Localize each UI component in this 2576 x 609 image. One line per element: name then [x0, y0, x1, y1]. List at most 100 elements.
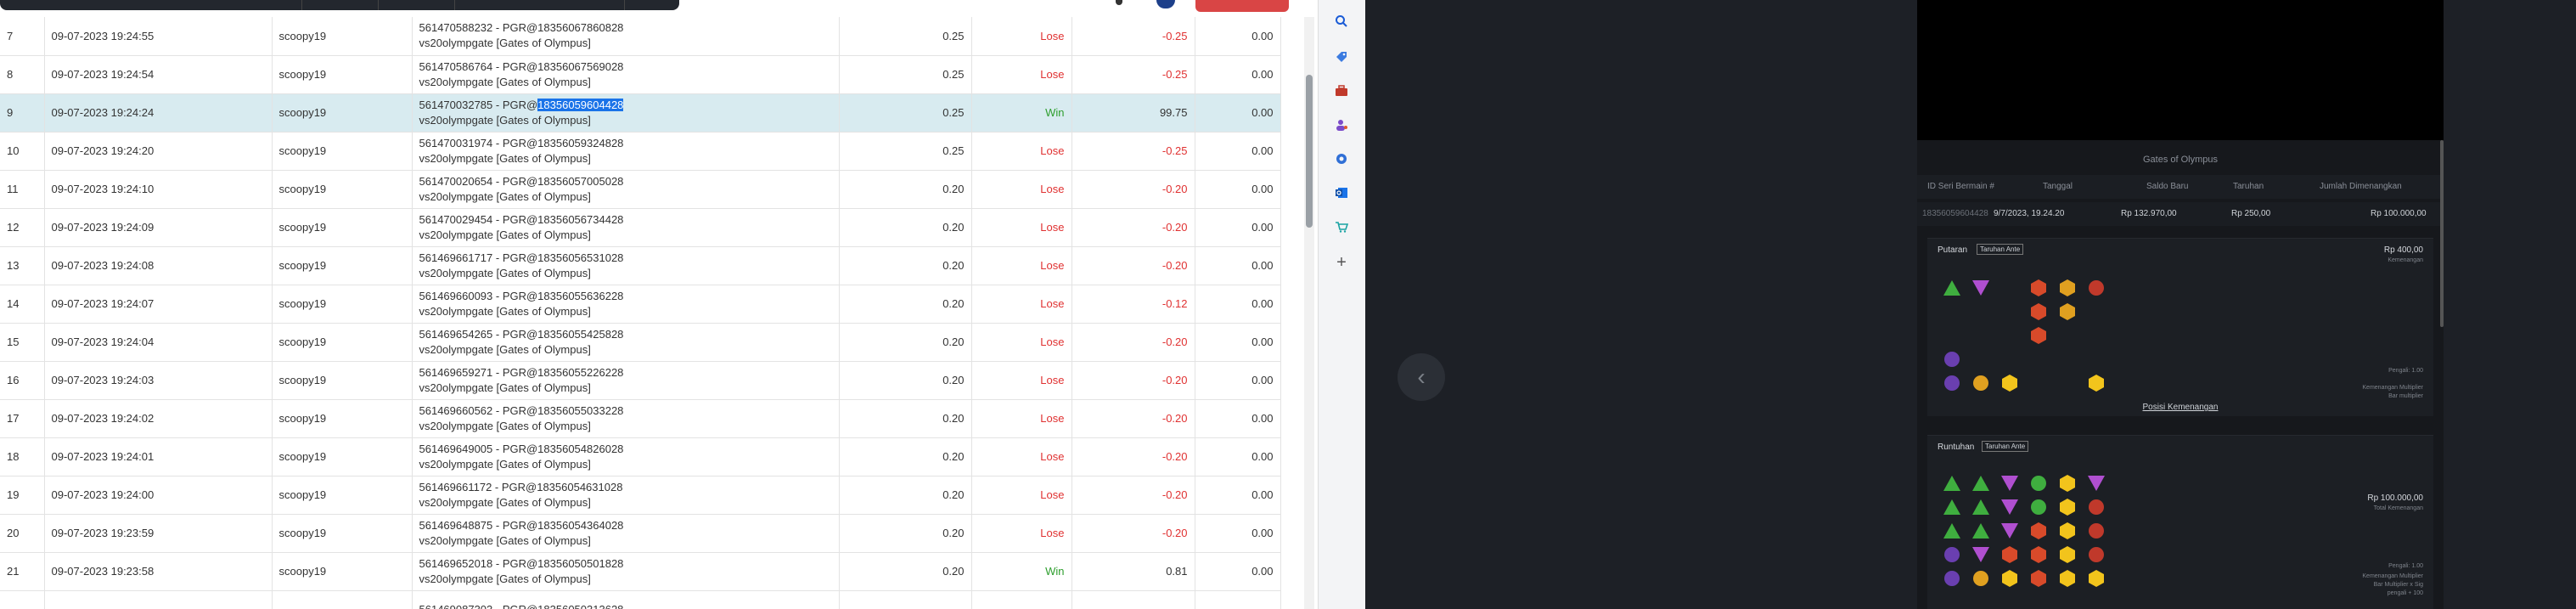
round-table-row: 18356059604428 9/7/2023, 19.24.20 Rp 132…	[1917, 202, 2444, 226]
header-balance: Saldo Baru	[2146, 182, 2189, 191]
row-bet: 0.20	[839, 170, 972, 209]
table-row[interactable]: 15 09-07-2023 19:24:04 scoopy19 56146965426…	[0, 323, 1281, 362]
win-positions-link[interactable]: Posisi Kemenangan	[1917, 403, 2444, 412]
settings-icon[interactable]	[1332, 149, 1351, 168]
table-row[interactable]: 13 09-07-2023 19:24:08 scoopy19 56146966171…	[0, 246, 1281, 285]
table-row[interactable]: 18 09-07-2023 19:24:01 scoopy19 56146964900…	[0, 437, 1281, 476]
row-bet: 0.20	[839, 437, 972, 476]
description-line-1: 561470032785 - PGR@18356059604428	[419, 98, 832, 113]
row-description: 561470588232 - PGR@18356067860828 vs20oly…	[412, 17, 840, 56]
row-description: 561470029454 - PGR@18356056734428 vs20oly…	[412, 208, 840, 247]
row-username	[272, 590, 413, 609]
logout-button[interactable]	[1195, 0, 1289, 12]
browser-sidebar: +	[1318, 0, 1365, 609]
description-line-2: vs20olympgate [Gates of Olympus]	[419, 495, 591, 509]
row-winloss: -0.20	[1071, 437, 1195, 476]
row-description: 561469661172 - PGR@18356054631028 vs20oly…	[412, 476, 840, 515]
tag-icon[interactable]	[1332, 48, 1351, 66]
row-jackpot: 0.00	[1195, 361, 1281, 400]
table-row[interactable]: 16 09-07-2023 19:24:03 scoopy19 56146965927…	[0, 361, 1281, 400]
search-icon[interactable]	[1332, 12, 1351, 31]
table-row[interactable]: 7 09-07-2023 19:24:55 scoopy19 561470588232…	[0, 17, 1281, 56]
game-title: Gates of Olympus	[2142, 155, 2219, 165]
round-table-header: ID Seri Bermain # Tanggal Saldo Baru Tar…	[1917, 175, 2444, 199]
gem-symbol-icon	[2028, 349, 2050, 369]
user-icon[interactable]	[1332, 116, 1351, 134]
plus-icon[interactable]: +	[1332, 253, 1351, 272]
gem-symbol-icon	[2028, 302, 2050, 322]
gem-symbol-icon	[1970, 349, 1992, 369]
row-datetime: 09-07-2023 19:24:10	[44, 170, 273, 209]
tumble-card: Runtuhan Taruhan Ante Rp 100.000,00 Tota…	[1927, 435, 2433, 609]
gem-symbol-icon	[2056, 568, 2078, 589]
row-description: 561469660093 - PGR@18356055636228 vs20oly…	[412, 285, 840, 324]
table-row[interactable]: 10 09-07-2023 19:24:20 scoopy19 56147003197…	[0, 132, 1281, 171]
row-bet: 0.25	[839, 132, 972, 171]
description-line-2: vs20olympgate [Gates of Olympus]	[419, 457, 591, 471]
row-result: Lose	[971, 399, 1072, 438]
gem-symbol-icon	[2085, 302, 2107, 322]
row-number: 16	[0, 361, 45, 400]
row-number: 12	[0, 208, 45, 247]
row-jackpot: 0.00	[1195, 399, 1281, 438]
gem-symbol-icon	[1941, 544, 1963, 565]
gem-symbol-icon	[1941, 497, 1963, 517]
row-number: 18	[0, 437, 45, 476]
gem-symbol-icon	[2028, 544, 2050, 565]
description-line-1: 561469661717 - PGR@18356056531028	[419, 251, 624, 264]
row-winloss: -0.20	[1071, 399, 1195, 438]
row-jackpot: 0.00	[1195, 285, 1281, 324]
spin-amount: Rp 400,00	[2383, 245, 2423, 255]
table-row[interactable]: 20 09-07-2023 19:23:59 scoopy19 56146964887…	[0, 514, 1281, 553]
table-row[interactable]: 8 09-07-2023 19:24:54 scoopy19 561470586764…	[0, 55, 1281, 94]
row-datetime: 09-07-2023 19:24:07	[44, 285, 273, 324]
spin-reel-grid	[1941, 278, 2114, 397]
gem-symbol-icon	[1941, 302, 1963, 322]
gem-symbol-icon	[2085, 568, 2107, 589]
table-row[interactable]: 561469087303 - PGR@18356050313628	[0, 590, 1281, 609]
right-backdrop	[2444, 0, 2576, 609]
toolbox-icon[interactable]	[1332, 82, 1351, 100]
gem-symbol-icon	[2056, 325, 2078, 346]
chevron-left-icon[interactable]: ‹	[1398, 353, 1445, 401]
scrollbar-thumb[interactable]	[1306, 75, 1313, 228]
row-winloss: -0.20	[1071, 323, 1195, 362]
table-row[interactable]: 14 09-07-2023 19:24:07 scoopy19 56146966009…	[0, 285, 1281, 324]
description-line-2: vs20olympgate [Gates of Olympus]	[419, 189, 591, 203]
row-result: Lose	[971, 170, 1072, 209]
outlook-icon[interactable]	[1332, 183, 1351, 202]
language-flag-icon[interactable]	[1156, 0, 1175, 8]
row-jackpot: 0.00	[1195, 17, 1281, 56]
row-number: 9	[0, 93, 45, 133]
row-datetime: 09-07-2023 19:24:54	[44, 55, 273, 94]
row-username: scoopy19	[272, 55, 413, 94]
row-datetime: 09-07-2023 19:24:20	[44, 132, 273, 171]
gem-symbol-icon	[2028, 325, 2050, 346]
table-row[interactable]: 11 09-07-2023 19:24:10 scoopy19 56147002065…	[0, 170, 1281, 209]
notification-icon[interactable]	[1116, 0, 1122, 5]
gem-symbol-icon	[2085, 473, 2107, 493]
row-number: 13	[0, 246, 45, 285]
row-description: 561470020654 - PGR@18356057005028 vs20oly…	[412, 170, 840, 209]
description-line-1: 561470588232 - PGR@18356067860828	[419, 21, 624, 35]
row-description: 561469660562 - PGR@18356055033228 vs20oly…	[412, 399, 840, 438]
spin-note: Kemenangan Multiplier	[2362, 385, 2423, 391]
table-row[interactable]: 9 09-07-2023 19:24:24 scoopy19 561470032785…	[0, 93, 1281, 133]
gem-symbol-icon	[1941, 278, 1963, 298]
gem-symbol-icon	[2028, 373, 2050, 393]
row-bet: 0.20	[839, 323, 972, 362]
row-bet: 0.20	[839, 285, 972, 324]
selected-text-highlight[interactable]: 18356059604428	[537, 98, 624, 111]
cart-icon[interactable]	[1332, 217, 1351, 236]
gem-symbol-icon	[2056, 278, 2078, 298]
toolbar-divider	[624, 0, 625, 10]
table-row[interactable]: 19 09-07-2023 19:24:00 scoopy19 56146966117…	[0, 476, 1281, 515]
table-row[interactable]: 17 09-07-2023 19:24:02 scoopy19 56146966056…	[0, 399, 1281, 438]
table-row[interactable]: 12 09-07-2023 19:24:09 scoopy19 56147002945…	[0, 208, 1281, 247]
table-row[interactable]: 21 09-07-2023 19:23:58 scoopy19 56146965201…	[0, 552, 1281, 591]
row-datetime: 09-07-2023 19:23:59	[44, 514, 273, 553]
row-winloss: 0.81	[1071, 552, 1195, 591]
description-line-2: vs20olympgate [Gates of Olympus]	[419, 533, 591, 547]
description-line-1: 561469654265 - PGR@18356055425828	[419, 327, 624, 341]
tumble-note: Pengali: 1.00	[2388, 563, 2423, 569]
